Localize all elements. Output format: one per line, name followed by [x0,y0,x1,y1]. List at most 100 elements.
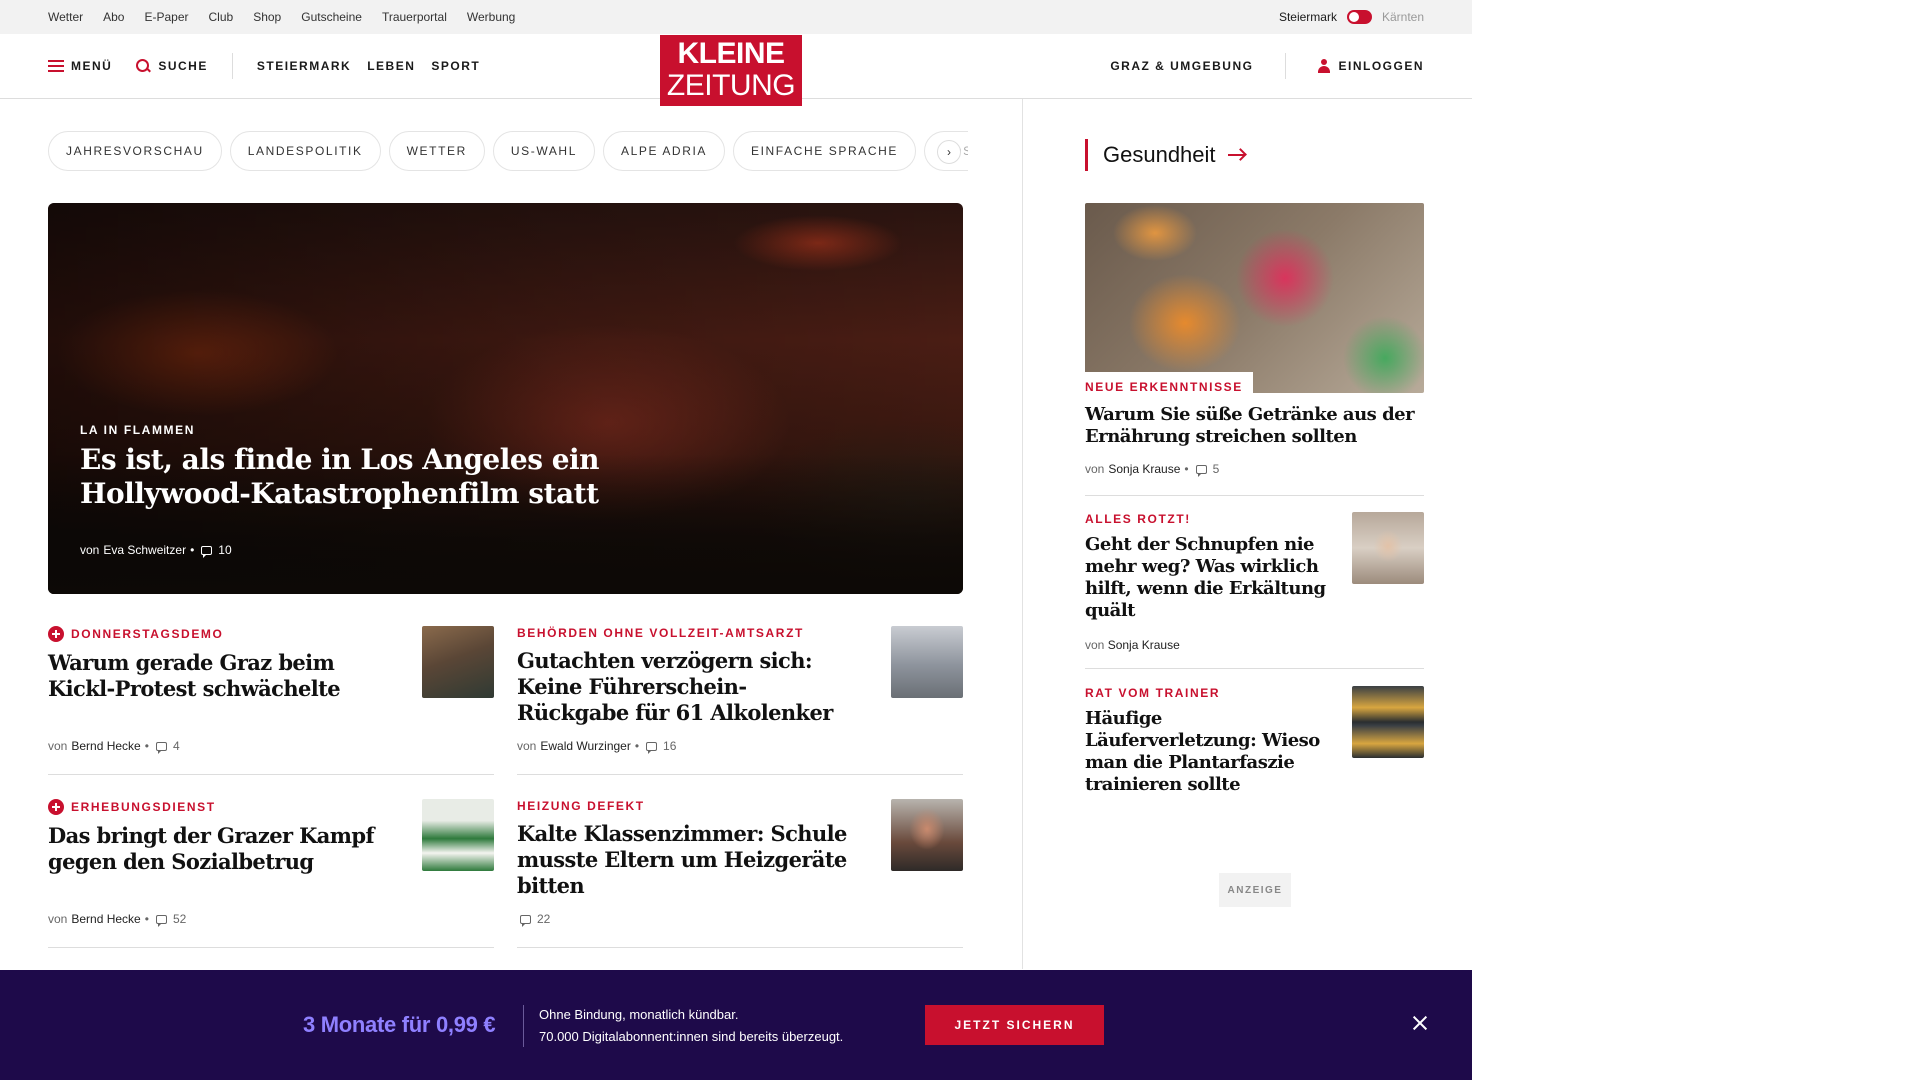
sidebar-article[interactable]: ALLES ROTZT! Geht der Schnupfen nie mehr… [1085,512,1424,652]
meta-separator: • [1184,462,1189,476]
sidebar-divider [1085,668,1424,669]
topic-pill[interactable]: LANDESPOLITIK [229,131,381,171]
search-label: SUCHE [158,59,208,73]
utility-links: Wetter Abo E-Paper Club Shop Gutscheine … [48,0,515,34]
author-name[interactable]: Ewald Wurzinger [540,739,630,753]
utility-link-shop[interactable]: Shop [253,10,281,24]
author-name[interactable]: Bernd Hecke [71,739,140,753]
kicker-text: DONNERSTAGSDEMO [71,627,224,641]
comment-icon [201,545,213,558]
author-name[interactable]: Eva Schweitzer [103,543,186,557]
utility-link-gutscheine[interactable]: Gutscheine [301,10,362,24]
comment-icon [155,741,167,754]
search-button[interactable]: SUCHE [136,58,208,74]
sidebar-divider [1085,495,1424,496]
article-kicker: HEIZUNG DEFEKT [517,799,645,813]
header-nav: MENÜ SUCHE STEIERMARK LEBEN SPORT [48,34,480,98]
byline-prefix: von [1085,462,1105,476]
meta-separator: • [634,739,640,753]
nav-sport[interactable]: SPORT [431,59,480,73]
logo-line-1: KLEINE [677,37,785,70]
comment-count[interactable]: 16 [663,739,676,753]
utility-link-werbung[interactable]: Werbung [467,10,515,24]
topic-pills: JAHRESVORSCHAU LANDESPOLITIK WETTER US-W… [48,131,968,171]
article-card[interactable]: DONNERSTAGSDEMO Warum gerade Graz beim K… [48,626,494,775]
kicker-text: ERHEBUNGSDIENST [71,800,216,814]
banner-price: 3 Monate für 0,99 € [303,1012,496,1037]
column-divider [1022,99,1023,969]
meta-separator: • [144,739,149,753]
section-heading-label: Gesundheit [1103,142,1216,167]
header-right: GRAZ & UMGEBUNG EINLOGGEN [1110,34,1424,98]
topic-pill[interactable]: JAHRESVORSCHAU [48,131,222,171]
comment-count[interactable]: 52 [173,912,186,926]
region-switch: Steiermark Kärnten [1279,0,1424,34]
comment-count[interactable]: 10 [218,543,231,557]
sidebar-feature-title[interactable]: Warum Sie süße Getränke aus der Ernährun… [1085,404,1415,448]
nav-steiermark[interactable]: STEIERMARK [257,59,351,73]
nav-leben[interactable]: LEBEN [367,59,415,73]
search-icon [136,58,151,74]
utility-link-wetter[interactable]: Wetter [48,10,83,24]
sidebar-title: Häufige Läuferverletzung: Wieso man die … [1085,708,1320,795]
menu-button[interactable]: MENÜ [48,59,112,73]
comment-count[interactable]: 22 [537,912,550,926]
article-kicker: ERHEBUNGSDIENST [48,799,216,815]
article-title: Gutachten verzögern sich: Keine Führersc… [517,648,833,725]
article-card[interactable]: BEHÖRDEN OHNE VOLLZEIT-AMTSARZT Gutachte… [517,626,963,775]
topic-pill[interactable]: EINFACHE SPRACHE [733,131,916,171]
comment-count[interactable]: 4 [173,739,180,753]
topic-pill[interactable]: US-WAHL [492,131,595,171]
region-toggle[interactable] [1346,10,1372,24]
chevron-right-icon[interactable]: › [937,140,961,164]
byline-prefix: von [80,543,100,557]
banner-divider [523,1005,524,1047]
sidebar-article[interactable]: RAT VOM TRAINER Häufige Läuferverletzung… [1085,686,1424,796]
arrow-right-icon [1227,149,1246,161]
close-icon[interactable] [1411,1014,1429,1032]
article-card[interactable]: HEIZUNG DEFEKT Kalte Klassenzimmer: Schu… [517,799,963,948]
hero-title: Es ist, als finde in Los Angeles ein Hol… [80,443,600,510]
topic-pill[interactable]: WETTER [388,131,485,171]
author-name[interactable]: Sonja Krause [1108,638,1180,652]
article-thumbnail [891,626,963,698]
utility-link-trauerportal[interactable]: Trauerportal [382,10,447,24]
page: Wetter Abo E-Paper Club Shop Gutscheine … [0,0,1472,1080]
sidebar-feature-meta: von Sonja Krause • 5 [1085,462,1220,477]
subscription-banner: 3 Monate für 0,99 € Ohne Bindung, monatl… [0,970,1472,1080]
region-steiermark[interactable]: Steiermark [1279,10,1337,24]
sidebar-feature-kicker: NEUE ERKENNTNISSE [1085,372,1253,394]
byline-prefix: von [48,912,68,926]
article-meta: von Ewald Wurzinger • 16 [517,739,676,754]
region-link[interactable]: GRAZ & UMGEBUNG [1110,59,1253,73]
ad-label: ANZEIGE [1219,873,1291,907]
meta-separator: • [144,912,149,926]
plus-icon [48,799,64,815]
topic-pill[interactable]: ALPE ADRIA [602,131,725,171]
section-heading-gesundheit[interactable]: Gesundheit [1085,139,1246,171]
banner-text: Ohne Bindung, monatlich kündbar. 70.000 … [539,1004,843,1048]
utility-link-club[interactable]: Club [209,10,234,24]
article-thumbnail [422,626,494,698]
comment-icon [155,914,167,927]
site-header: MENÜ SUCHE STEIERMARK LEBEN SPORT KLEINE… [0,34,1472,106]
banner-line-1: Ohne Bindung, monatlich kündbar. [539,1007,739,1022]
hero-article[interactable]: LA IN FLAMMEN Es ist, als finde in Los A… [48,203,963,594]
author-name[interactable]: Sonja Krause [1108,462,1180,476]
region-kaernten[interactable]: Kärnten [1382,10,1424,24]
sidebar-feature-image[interactable] [1085,203,1424,393]
byline-prefix: von [517,739,537,753]
author-name[interactable]: Bernd Hecke [71,912,140,926]
kicker-text: BEHÖRDEN OHNE VOLLZEIT-AMTSARZT [517,626,804,640]
comment-count[interactable]: 5 [1213,462,1220,476]
sidebar-title: Geht der Schnupfen nie mehr weg? Was wir… [1085,534,1326,621]
comment-icon [1195,464,1207,477]
site-logo[interactable]: KLEINE ZEITUNG [660,35,802,106]
subscribe-button[interactable]: JETZT SICHERN [925,1005,1104,1045]
login-button[interactable]: EINLOGGEN [1318,59,1424,73]
utility-link-epaper[interactable]: E-Paper [144,10,188,24]
article-thumbnail [422,799,494,871]
utility-link-abo[interactable]: Abo [103,10,124,24]
article-card[interactable]: ERHEBUNGSDIENST Das bringt der Grazer Ka… [48,799,494,948]
comment-icon [520,914,531,927]
